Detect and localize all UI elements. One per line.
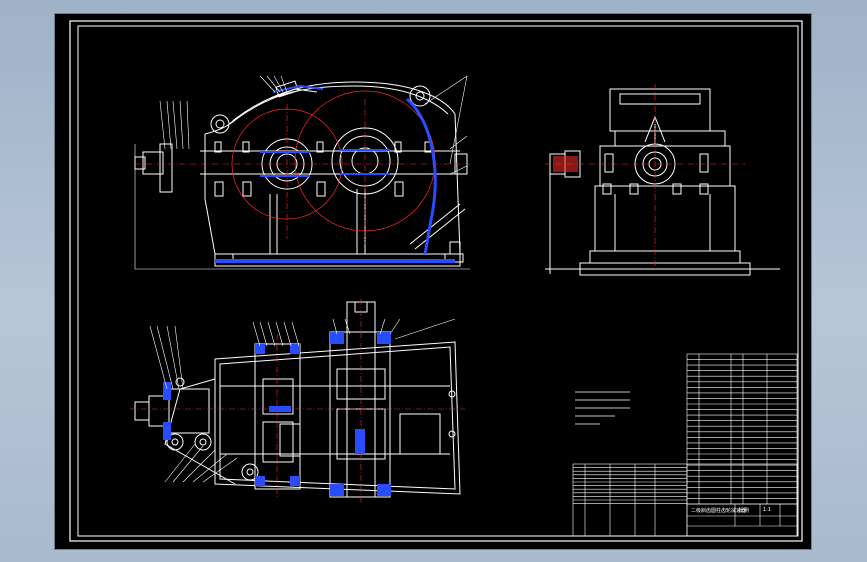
parts-list — [686, 353, 798, 505]
front-leaders — [159, 75, 468, 175]
title-block-name: 二级斜齿圆柱齿轮减速器 — [691, 508, 747, 514]
drawing-canvas — [69, 20, 803, 542]
side-view — [545, 88, 780, 276]
title-block-scale-value: 1:1 — [763, 507, 772, 513]
cad-viewport[interactable]: 二级斜齿圆柱齿轮减速器 比例 1:1 — [55, 14, 811, 549]
front-dimensions — [134, 144, 470, 270]
top-leaders — [149, 318, 456, 483]
top-view — [134, 301, 461, 498]
title-block-scale-label: 比例 — [739, 508, 750, 514]
title-block — [572, 463, 798, 537]
tech-notes — [575, 391, 630, 425]
